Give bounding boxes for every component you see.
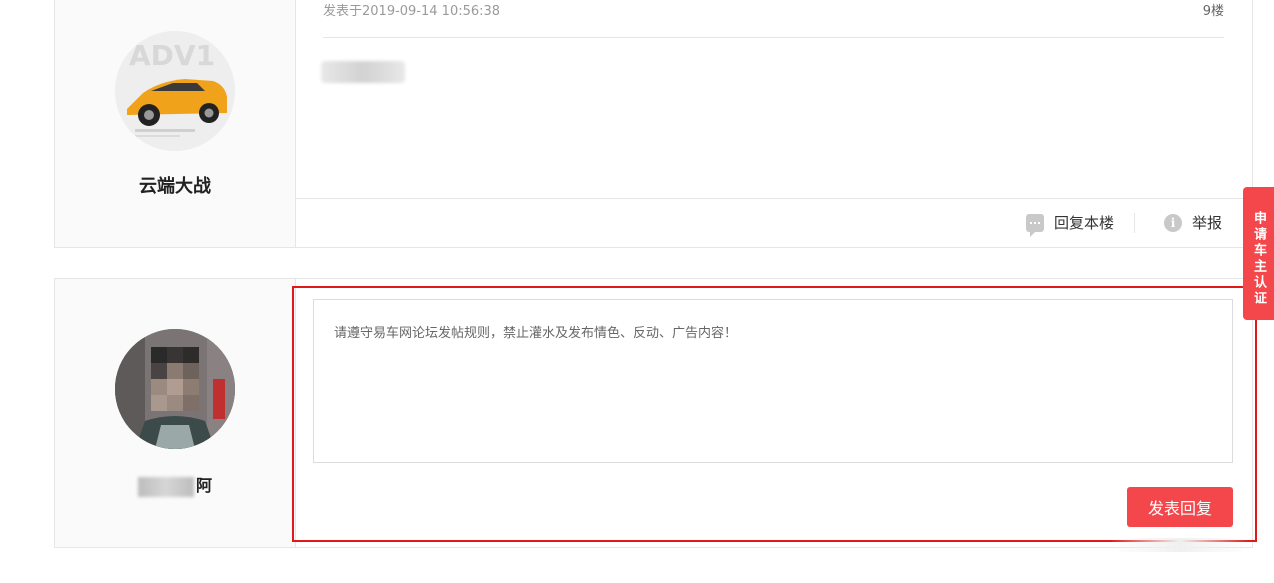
report-button[interactable]: i 举报 [1163, 212, 1222, 233]
forum-post: ADV1 云端大战 发表于2019-09-14 10:56:38 9楼 回复本楼… [54, 0, 1253, 248]
current-user-column: 阿 [55, 279, 296, 547]
current-user-avatar[interactable] [115, 329, 235, 449]
report-label: 举报 [1191, 214, 1222, 232]
reply-label: 回复本楼 [1053, 214, 1114, 232]
post-content-redacted [321, 61, 405, 83]
action-separator [1134, 213, 1135, 233]
name-redacted [137, 476, 194, 497]
watermark [1110, 538, 1250, 552]
pixelated-person-avatar-icon [115, 329, 235, 449]
info-icon: i [1163, 213, 1182, 232]
divider [323, 37, 1224, 38]
author-column: ADV1 云端大战 [55, 0, 296, 247]
sports-car-avatar-icon: ADV1 [115, 31, 235, 151]
current-user-name: 阿 [55, 472, 295, 497]
name-suffix: 阿 [195, 476, 212, 495]
reply-textarea[interactable] [313, 299, 1233, 463]
author-name[interactable]: 云端大战 [55, 172, 295, 198]
post-timestamp: 发表于2019-09-14 10:56:38 [323, 4, 501, 19]
reply-this-floor-button[interactable]: 回复本楼 [1025, 212, 1114, 237]
svg-text:ADV1: ADV1 [129, 39, 215, 72]
author-avatar[interactable]: ADV1 [115, 31, 235, 151]
post-action-bar: 回复本楼 i 举报 [295, 198, 1252, 247]
badge-label: 申请车主认证 [1251, 210, 1266, 307]
floor-number: 9楼 [1202, 4, 1224, 19]
submit-reply-button[interactable]: 发表回复 [1127, 487, 1233, 527]
comment-icon [1025, 213, 1044, 237]
owner-verification-badge[interactable]: 申请车主认证 [1243, 187, 1274, 320]
